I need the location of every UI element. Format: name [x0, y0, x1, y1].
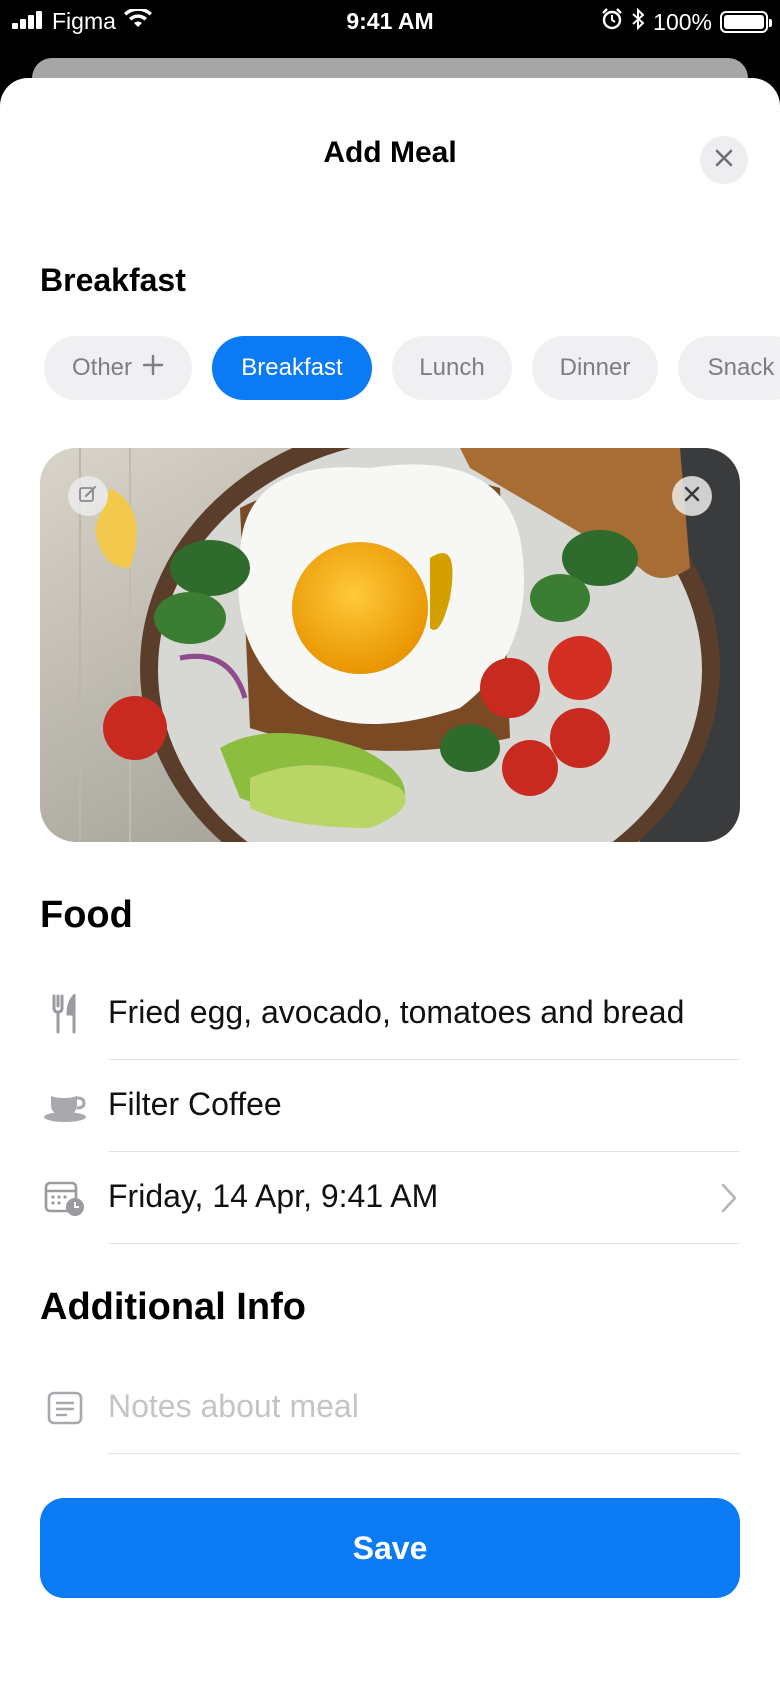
battery-percent: 100% [653, 8, 712, 35]
meal-type-heading: Breakfast [40, 262, 186, 298]
chip-label: Breakfast [241, 354, 343, 381]
edit-photo-button[interactable] [68, 476, 108, 516]
meal-photo-illustration [40, 448, 740, 842]
bluetooth-icon [631, 7, 645, 36]
meal-photo[interactable] [40, 448, 740, 842]
drink-row[interactable]: Filter Coffee [40, 1060, 740, 1152]
coffee-cup-icon [40, 1084, 90, 1128]
chevron-right-icon [720, 1182, 738, 1219]
battery-icon [720, 11, 772, 33]
alarm-icon [601, 8, 623, 36]
notes-icon [40, 1386, 90, 1430]
food-items-row[interactable]: Fried egg, avocado, tomatoes and bread [40, 968, 740, 1060]
chip-breakfast[interactable]: Breakfast [212, 336, 372, 400]
close-button[interactable] [700, 136, 748, 184]
close-icon [714, 148, 734, 173]
fork-knife-icon [40, 992, 90, 1036]
chip-lunch[interactable]: Lunch [392, 336, 512, 400]
divider [108, 1243, 740, 1244]
status-bar: Figma 9:41 AM 100% [0, 0, 780, 44]
chip-label: Other [71, 354, 133, 381]
close-icon [683, 485, 701, 508]
edit-icon [78, 484, 98, 509]
chip-label: Lunch [419, 354, 485, 381]
remove-photo-button[interactable] [672, 476, 712, 516]
datetime-row[interactable]: Friday, 14 Apr, 9:41 AM [40, 1152, 740, 1244]
add-meal-sheet: Add Meal Breakfast Other Breakfast Lunch… [0, 78, 780, 1688]
chip-dinner[interactable]: Dinner [532, 336, 658, 400]
save-button[interactable]: Save [40, 1498, 740, 1598]
food-items-value: Fried egg, avocado, tomatoes and bread [108, 994, 685, 1030]
sheet-title: Add Meal [323, 136, 457, 169]
plus-icon [142, 354, 164, 383]
chip-other[interactable]: Other [44, 336, 192, 400]
notes-row[interactable]: Notes about meal [40, 1362, 740, 1454]
chip-snack[interactable]: Snack [678, 336, 780, 400]
additional-info-heading: Additional Info [40, 1286, 306, 1328]
drink-value: Filter Coffee [108, 1086, 282, 1122]
calendar-clock-icon [40, 1176, 90, 1220]
food-heading: Food [40, 894, 133, 936]
notes-input[interactable]: Notes about meal [108, 1388, 359, 1425]
divider [108, 1453, 740, 1454]
chip-label: Dinner [559, 354, 631, 381]
datetime-value: Friday, 14 Apr, 9:41 AM [108, 1178, 439, 1214]
meal-type-chips: Other Breakfast Lunch Dinner Snack [44, 336, 780, 402]
chip-label: Snack [707, 354, 775, 381]
